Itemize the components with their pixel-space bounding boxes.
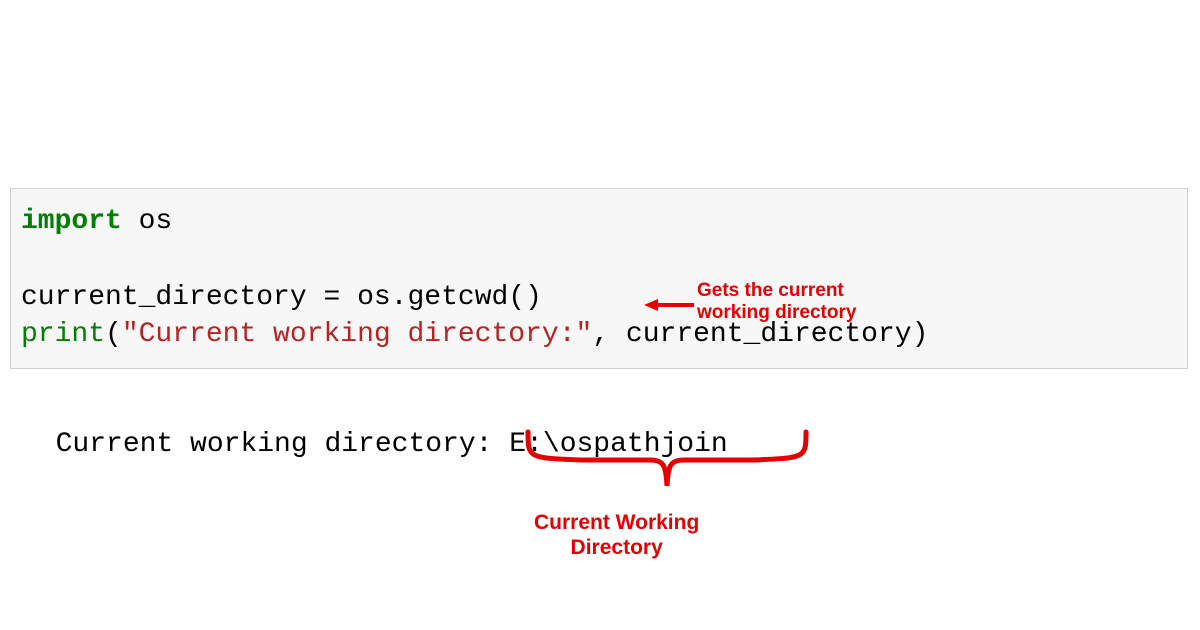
keyword-import: import: [21, 206, 122, 237]
code-line-2: [21, 241, 1177, 279]
annotation-2-line-2: Directory: [534, 535, 699, 560]
annotation-1-line-2: working directory: [697, 302, 856, 324]
curly-brace-icon: [522, 428, 812, 508]
annotation-2-line-1: Current Working: [534, 510, 699, 535]
code-block: import os current_directory = os.getcwd(…: [10, 188, 1188, 369]
code-line-3: current_directory = os.getcwd(): [21, 279, 1177, 317]
builtin-print: print: [21, 319, 105, 350]
annotation-current-working-directory: Current Working Directory: [534, 510, 699, 560]
print-args: , current_directory: [592, 319, 911, 350]
annotation-1-line-1: Gets the current: [697, 280, 856, 302]
variable-current-directory: current_directory: [21, 282, 323, 313]
operator-equals: =: [323, 282, 340, 313]
arrow-left-icon: [644, 296, 694, 314]
code-line-4: print("Current working directory:", curr…: [21, 316, 1177, 354]
paren-close: ): [912, 319, 929, 350]
paren-open: (: [105, 319, 122, 350]
code-line-1: import os: [21, 203, 1177, 241]
string-literal: "Current working directory:": [122, 319, 592, 350]
module-os: os: [122, 206, 172, 237]
call-getcwd: os.getcwd(): [340, 282, 542, 313]
annotation-gets-current: Gets the current working directory: [697, 280, 856, 324]
